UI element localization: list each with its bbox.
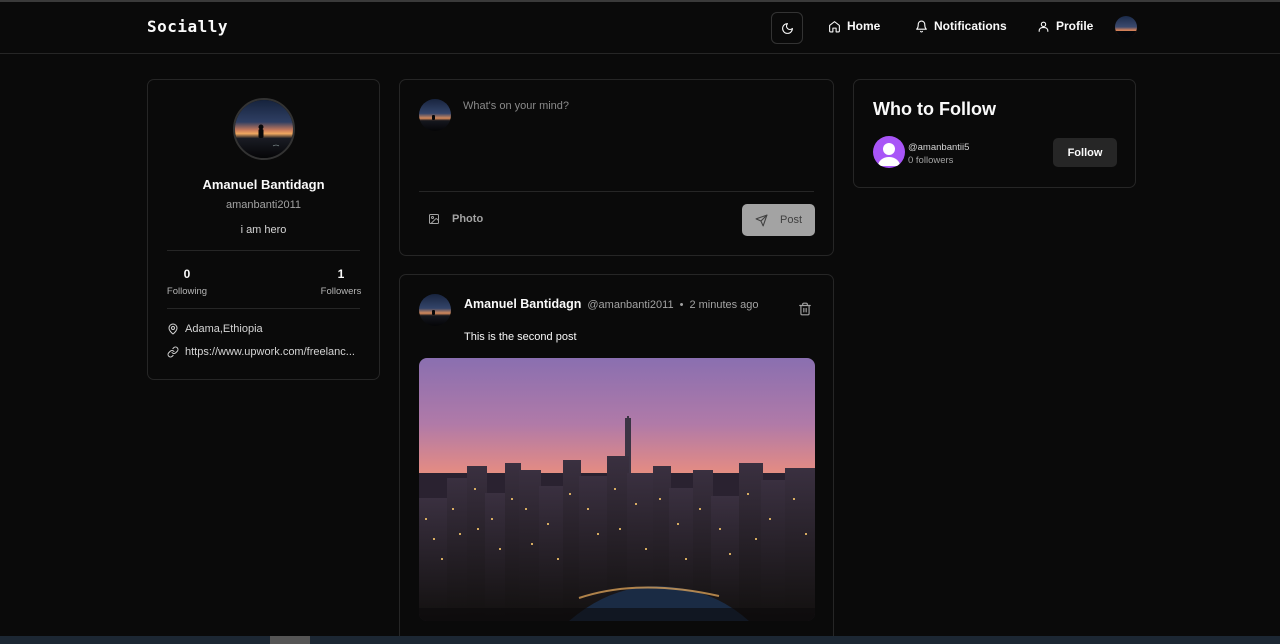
post-card: Amanuel Bantidagn @amanbanti2011 • 2 min… <box>399 274 834 644</box>
post-content-input[interactable] <box>463 100 813 180</box>
add-photo-label: Photo <box>452 213 484 225</box>
nav-profile-label: Profile <box>1056 19 1094 33</box>
trash-icon <box>799 302 811 316</box>
city-skyline-image <box>419 358 815 621</box>
nav-notifications-label: Notifications <box>934 19 1007 33</box>
composer-avatar-image <box>419 99 451 131</box>
app-logo[interactable]: Socially <box>147 17 228 36</box>
profile-location-text: Adama,Ethiopia <box>185 323 263 335</box>
profile-avatar-image <box>235 100 293 158</box>
who-to-follow-title: Who to Follow <box>873 99 996 119</box>
followers-label: Followers <box>320 286 362 297</box>
profile-avatar[interactable] <box>233 98 295 160</box>
delete-post-button[interactable] <box>798 302 812 316</box>
suggestion-avatar[interactable] <box>873 136 905 168</box>
scrollbar-thumb[interactable] <box>270 636 310 644</box>
who-to-follow-card: Who to Follow @amanbantii5 0 followers F… <box>853 79 1136 188</box>
following-count: 0 <box>183 267 191 281</box>
divider <box>167 250 360 251</box>
nav-home-label: Home <box>847 19 881 33</box>
moon-icon <box>781 22 793 34</box>
profile-username: amanbanti2011 <box>225 199 302 211</box>
profile-website-link[interactable]: https://www.upwork.com/freelanc... <box>185 346 355 358</box>
user-placeholder-icon <box>878 143 900 166</box>
map-pin-icon <box>168 323 178 335</box>
follow-button[interactable]: Follow <box>1053 138 1117 167</box>
post-author-name[interactable]: Amanuel Bantidagn <box>464 297 581 311</box>
post-header: Amanuel Bantidagn @amanbanti2011 • 2 min… <box>464 297 759 311</box>
post-timestamp: 2 minutes ago <box>689 299 759 311</box>
bell-icon <box>916 20 927 32</box>
following-label: Following <box>166 286 208 297</box>
post-author-handle: @amanbanti2011 <box>587 299 674 311</box>
composer-divider <box>419 191 814 192</box>
composer-avatar <box>419 99 451 131</box>
post-content: This is the second post <box>464 331 577 343</box>
user-icon <box>1038 21 1049 32</box>
post-author-avatar[interactable] <box>419 294 451 326</box>
send-icon <box>755 214 768 226</box>
taskbar-strip <box>0 636 1280 644</box>
divider <box>167 308 360 309</box>
followers-stat[interactable]: 1 Followers <box>311 267 371 297</box>
profile-name[interactable]: Amanuel Bantidagn <box>148 177 379 192</box>
link-icon <box>167 346 179 358</box>
profile-bio: i am hero <box>240 224 287 236</box>
profile-website[interactable]: https://www.upwork.com/freelanc... <box>167 346 355 358</box>
followers-count: 1 <box>337 267 345 281</box>
suggestion-username[interactable]: @amanbantii5 <box>908 142 969 153</box>
navbar: Socially Home Notifications Profile <box>0 2 1280 54</box>
avatar-image <box>1115 16 1137 38</box>
image-icon <box>429 214 439 224</box>
post-composer: Photo Post <box>399 79 834 256</box>
user-avatar[interactable] <box>1115 16 1137 38</box>
nav-notifications[interactable]: Notifications <box>915 19 1007 33</box>
nav-home[interactable]: Home <box>828 19 880 33</box>
home-icon <box>829 20 840 32</box>
post-author-avatar-image <box>419 294 451 326</box>
theme-toggle-button[interactable] <box>771 12 803 44</box>
post-image[interactable] <box>419 358 815 621</box>
following-stat[interactable]: 0 Following <box>157 267 217 297</box>
add-photo-button[interactable]: Photo <box>428 213 483 225</box>
profile-location: Adama,Ethiopia <box>167 323 263 335</box>
nav-profile[interactable]: Profile <box>1037 19 1093 33</box>
post-submit-button[interactable]: Post <box>742 204 815 236</box>
post-separator: • <box>679 299 684 311</box>
suggestion-followers: 0 followers <box>908 155 954 166</box>
post-submit-label: Post <box>779 214 802 226</box>
profile-card: Amanuel Bantidagn amanbanti2011 i am her… <box>147 79 380 380</box>
